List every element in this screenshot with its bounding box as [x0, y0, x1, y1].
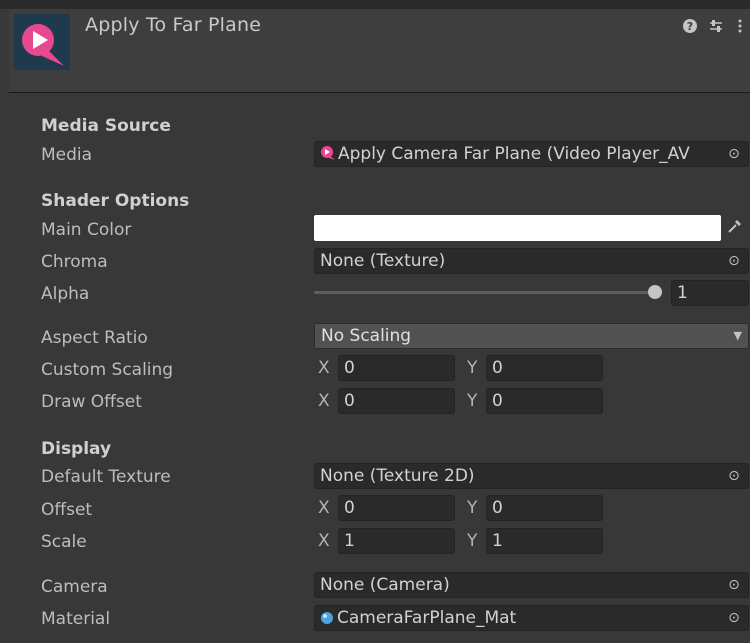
top-strip — [0, 0, 750, 9]
draw-offset-y-input[interactable]: 0 — [486, 388, 603, 414]
object-picker-icon[interactable]: ⊙ — [725, 142, 743, 166]
default-texture-field[interactable]: None (Texture 2D) ⊙ — [314, 463, 749, 489]
custom-scaling-x-input[interactable]: 0 — [338, 355, 455, 381]
chroma-label: Chroma — [41, 252, 108, 272]
media-value: Apply Camera Far Plane (Video Player_AV — [338, 144, 690, 164]
offset-y-input[interactable]: 0 — [486, 495, 603, 521]
draw-offset-y-label: Y — [467, 391, 478, 411]
help-icon[interactable]: ? — [682, 18, 698, 38]
kebab-menu-icon[interactable] — [737, 18, 743, 38]
default-texture-label: Default Texture — [41, 467, 171, 487]
camera-field[interactable]: None (Camera) ⊙ — [314, 572, 749, 598]
chroma-value: None (Texture) — [320, 251, 446, 271]
scale-x-label: X — [318, 531, 330, 551]
object-picker-icon[interactable]: ⊙ — [725, 464, 743, 488]
svg-text:?: ? — [687, 20, 693, 33]
aspect-ratio-value: No Scaling — [321, 326, 412, 346]
aspect-ratio-label: Aspect Ratio — [41, 328, 148, 348]
alpha-slider-handle[interactable] — [648, 285, 662, 299]
offset-label: Offset — [41, 500, 93, 520]
default-texture-value: None (Texture 2D) — [320, 466, 475, 486]
offset-y-label: Y — [467, 498, 478, 518]
alpha-slider-track[interactable] — [314, 291, 656, 294]
inspector-panel: Apply To Far Plane ? Media Source Media … — [0, 0, 750, 643]
section-display: Display — [41, 439, 112, 459]
media-asset-icon — [320, 144, 336, 166]
custom-scaling-label: Custom Scaling — [41, 360, 174, 380]
section-media-source: Media Source — [41, 116, 171, 136]
camera-label: Camera — [41, 577, 108, 597]
scale-label: Scale — [41, 532, 87, 552]
avpro-logo-icon — [14, 14, 70, 70]
custom-scaling-y-input[interactable]: 0 — [486, 355, 603, 381]
material-field[interactable]: CameraFarPlane_Mat ⊙ — [314, 605, 749, 631]
material-label: Material — [41, 609, 111, 629]
aspect-ratio-dropdown[interactable]: No Scaling ▼ — [314, 323, 749, 349]
component-header: Apply To Far Plane ? — [9, 9, 750, 93]
custom-scaling-x-label: X — [318, 358, 330, 378]
camera-value: None (Camera) — [320, 575, 450, 595]
custom-scaling-y-label: Y — [467, 358, 478, 378]
chevron-down-icon: ▼ — [733, 329, 742, 342]
material-value: CameraFarPlane_Mat — [337, 608, 517, 628]
scale-y-input[interactable]: 1 — [486, 528, 603, 554]
main-color-label: Main Color — [41, 220, 132, 240]
draw-offset-x-label: X — [318, 391, 330, 411]
scale-y-label: Y — [467, 531, 478, 551]
alpha-input[interactable]: 1 — [671, 280, 749, 306]
object-picker-icon[interactable]: ⊙ — [725, 249, 743, 273]
draw-offset-label: Draw Offset — [41, 392, 142, 412]
object-picker-icon[interactable]: ⊙ — [725, 573, 743, 597]
offset-x-input[interactable]: 0 — [338, 495, 455, 521]
scale-x-input[interactable]: 1 — [338, 528, 455, 554]
media-label: Media — [41, 145, 93, 165]
media-field[interactable]: Apply Camera Far Plane (Video Player_AV … — [314, 141, 749, 167]
eyedropper-icon[interactable] — [727, 218, 743, 238]
draw-offset-x-input[interactable]: 0 — [338, 388, 455, 414]
component-title: Apply To Far Plane — [85, 14, 262, 36]
section-shader-options: Shader Options — [41, 191, 190, 211]
offset-x-label: X — [318, 498, 330, 518]
chroma-field[interactable]: None (Texture) ⊙ — [314, 248, 749, 274]
main-color-swatch[interactable] — [314, 215, 721, 241]
object-picker-icon[interactable]: ⊙ — [725, 606, 743, 630]
material-sphere-icon — [320, 608, 334, 630]
presets-icon[interactable] — [708, 18, 724, 38]
alpha-label: Alpha — [41, 284, 90, 304]
